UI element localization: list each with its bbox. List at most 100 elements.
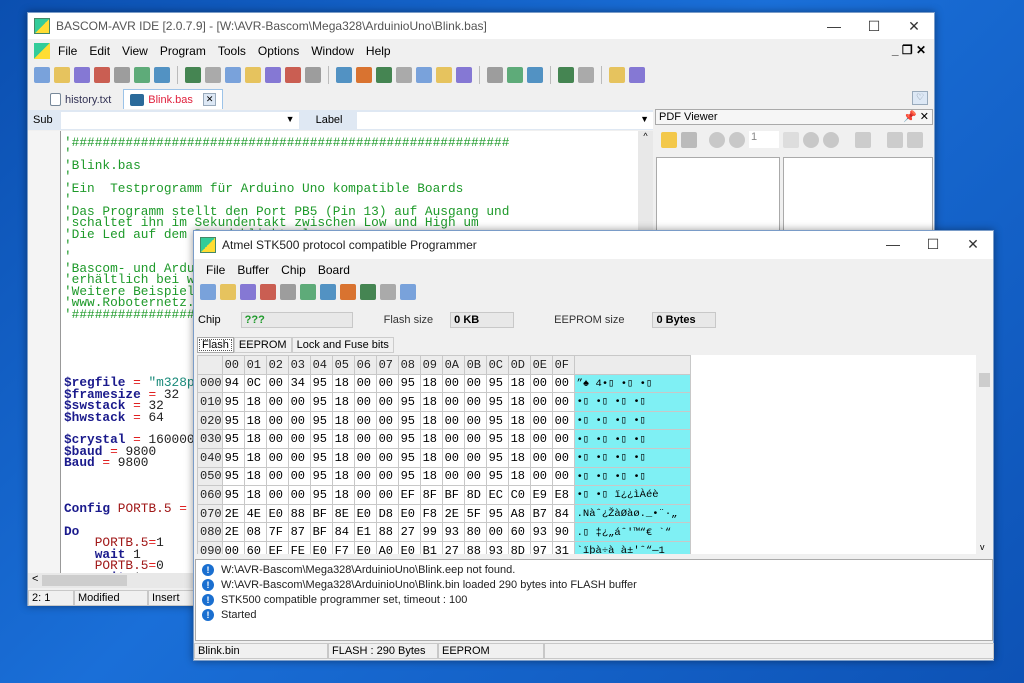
hex-byte-cell[interactable]: 95 [397,392,421,412]
hex-byte-cell[interactable]: 95 [309,429,333,449]
hex-byte-cell[interactable]: 95 [221,429,245,449]
hex-byte-cell[interactable]: A0 [375,540,399,554]
hex-byte-cell[interactable]: 80 [463,522,487,542]
hex-byte-cell[interactable]: 95 [485,447,509,468]
hex-byte-cell[interactable]: 18 [507,410,531,431]
new-file-icon[interactable] [34,67,50,83]
hex-byte-cell[interactable]: 18 [419,392,443,412]
hex-byte-cell[interactable]: 00 [551,410,575,431]
hex-byte-cell[interactable]: BF [441,485,465,505]
hex-byte-cell[interactable]: 00 [375,410,399,431]
unindent-icon[interactable] [265,67,281,83]
ide-title-bar[interactable]: BASCOM-AVR IDE [2.0.7.9] - [W:\AVR-Basco… [28,13,934,39]
menu-help[interactable]: Help [366,44,391,58]
hex-byte-cell[interactable]: 18 [331,410,355,431]
hex-byte-cell[interactable]: 31 [551,540,575,554]
hex-byte-cell[interactable]: 0C [243,373,267,394]
hex-byte-cell[interactable]: 00 [287,447,311,468]
hex-byte-cell[interactable]: 8D [463,485,487,505]
hex-byte-cell[interactable]: 00 [375,485,399,505]
search-prev-icon[interactable] [887,131,903,148]
hex-byte-cell[interactable]: 00 [375,429,399,449]
hex-byte-cell[interactable]: 00 [287,466,311,487]
label-dropdown[interactable]: ▼ [356,111,653,129]
previous-page-icon[interactable] [729,131,745,148]
hex-byte-cell[interactable]: 95 [397,466,421,487]
hex-byte-cell[interactable]: 00 [529,429,553,449]
hex-byte-cell[interactable]: A8 [507,503,531,524]
hex-byte-cell[interactable]: 00 [485,522,509,542]
hex-byte-cell[interactable]: BF [309,503,333,524]
memory-icon[interactable] [507,67,523,83]
hex-byte-cell[interactable]: 84 [331,522,355,542]
hex-byte-cell[interactable]: 00 [441,447,465,468]
save-all-icon[interactable] [94,67,110,83]
hex-byte-cell[interactable]: 4E [243,503,267,524]
write-buffer-icon[interactable] [300,284,316,300]
hex-byte-cell[interactable]: 95 [397,429,421,449]
mdi-minimize-button[interactable]: _ [892,43,902,57]
menu-options[interactable]: Options [258,44,299,58]
hex-byte-cell[interactable]: 87 [287,522,311,542]
hex-byte-cell[interactable]: E0 [397,540,421,554]
help-icon[interactable] [578,67,594,83]
hex-byte-cell[interactable]: 00 [463,447,487,468]
search-key-icon[interactable] [855,131,871,148]
open-icon[interactable] [220,284,236,300]
hex-byte-cell[interactable]: 18 [419,410,443,431]
hex-byte-cell[interactable]: 8E [331,503,355,524]
hex-byte-cell[interactable]: 7F [265,522,289,542]
hex-byte-cell[interactable]: 18 [331,485,355,505]
scroll-thumb[interactable] [42,575,127,586]
find-next-icon[interactable] [305,67,321,83]
hex-byte-cell[interactable]: D8 [375,503,399,524]
hex-byte-cell[interactable]: 95 [485,503,509,524]
menu-file[interactable]: File [58,44,77,58]
hex-byte-cell[interactable]: 95 [309,392,333,412]
hex-byte-cell[interactable]: F7 [331,540,355,554]
hex-byte-cell[interactable]: 00 [551,429,575,449]
hex-byte-cell[interactable]: 00 [353,410,377,431]
hex-byte-cell[interactable]: 00 [463,373,487,394]
find-icon[interactable] [285,67,301,83]
close-panel-icon[interactable]: ✕ [920,111,929,123]
hex-byte-cell[interactable]: 95 [397,373,421,394]
hex-byte-cell[interactable]: 34 [287,373,311,394]
maximize-button[interactable]: ☐ [854,13,894,39]
menu-board[interactable]: Board [318,263,350,277]
hex-byte-cell[interactable]: 00 [353,429,377,449]
hex-byte-cell[interactable]: 08 [243,522,267,542]
minimize-button[interactable]: — [814,13,854,39]
hex-byte-cell[interactable]: 93 [441,522,465,542]
menu-program[interactable]: Program [160,44,206,58]
hex-byte-cell[interactable]: 00 [265,410,289,431]
hex-byte-cell[interactable]: 00 [353,392,377,412]
hex-byte-cell[interactable]: 95 [221,392,245,412]
hex-byte-cell[interactable]: 00 [529,373,553,394]
info-icon[interactable] [558,67,574,83]
hex-byte-cell[interactable]: 95 [397,447,421,468]
pdf-search-icon[interactable] [609,67,625,83]
hex-byte-cell[interactable]: 95 [309,466,333,487]
hex-byte-cell[interactable]: EF [397,485,421,505]
menu-buffer[interactable]: Buffer [237,263,269,277]
hex-byte-cell[interactable]: 95 [309,410,333,431]
hex-byte-cell[interactable]: 00 [463,466,487,487]
page-number-input[interactable]: 1 [749,131,779,148]
hex-byte-cell[interactable]: 97 [529,540,553,554]
hex-byte-cell[interactable]: 8D [507,540,531,554]
hex-byte-cell[interactable]: 00 [265,485,289,505]
hex-byte-cell[interactable]: 95 [485,373,509,394]
hex-byte-cell[interactable]: 88 [463,540,487,554]
close-tab-icon[interactable]: ✕ [202,93,217,106]
hex-byte-cell[interactable]: B1 [419,540,443,554]
hex-byte-cell[interactable]: 00 [265,429,289,449]
hex-byte-cell[interactable]: 18 [507,447,531,468]
hex-byte-cell[interactable]: F8 [419,503,443,524]
hex-byte-cell[interactable]: FE [287,540,311,554]
hex-byte-cell[interactable]: 00 [529,392,553,412]
hex-byte-cell[interactable]: 18 [331,466,355,487]
scroll-thumb[interactable] [979,373,990,387]
menu-edit[interactable]: Edit [89,44,110,58]
hex-byte-cell[interactable]: 18 [243,466,267,487]
